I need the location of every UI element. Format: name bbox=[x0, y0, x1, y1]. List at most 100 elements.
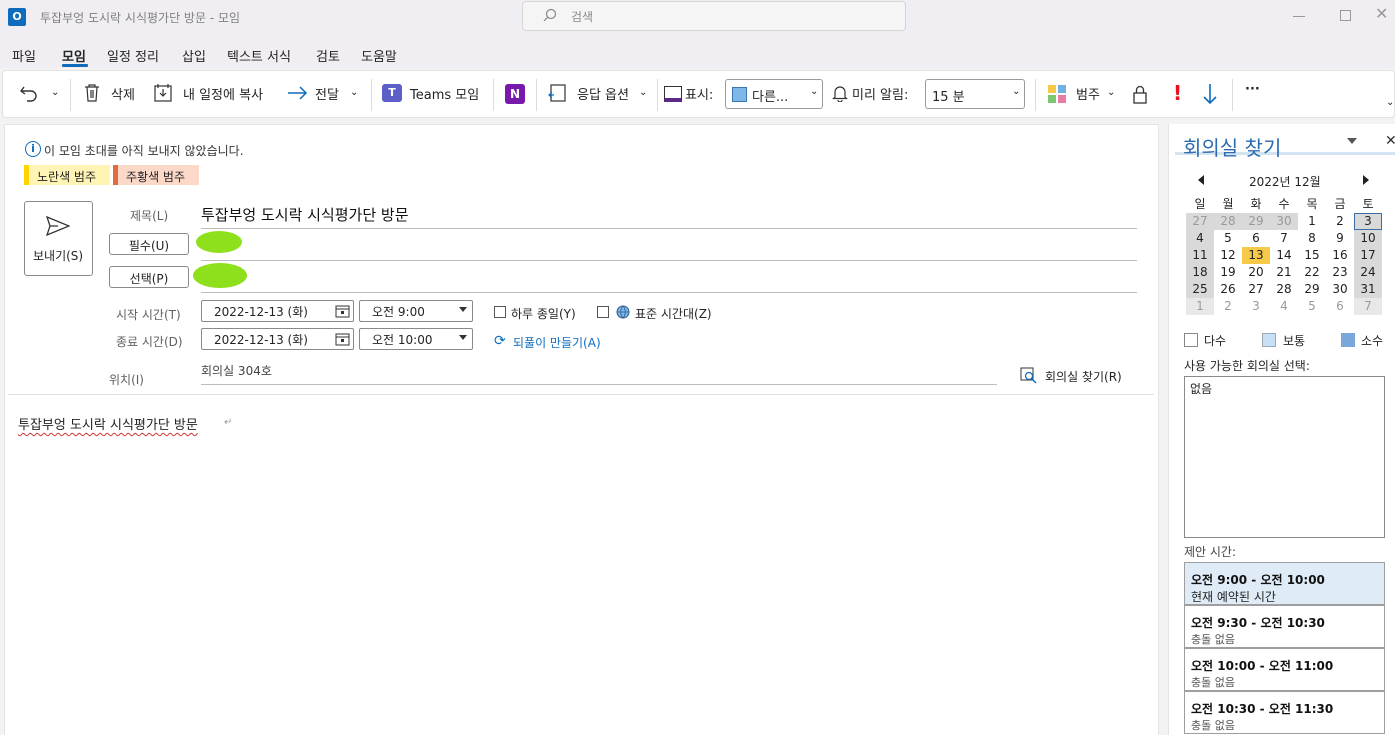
start-date-field[interactable]: 2022-12-13 (화) bbox=[201, 300, 354, 322]
room-list[interactable]: 없음 bbox=[1184, 376, 1385, 538]
calendar-day[interactable]: 5 bbox=[1298, 298, 1326, 315]
high-importance-icon[interactable]: ! bbox=[1173, 81, 1182, 105]
more-options-icon[interactable]: ··· bbox=[1245, 82, 1260, 97]
calendar-day[interactable]: 30 bbox=[1270, 213, 1298, 230]
response-options-icon[interactable] bbox=[548, 83, 568, 106]
calendar-day[interactable]: 2 bbox=[1326, 213, 1354, 230]
menu-review[interactable]: 검토 bbox=[316, 46, 340, 65]
menu-organize[interactable]: 일정 정리 bbox=[107, 46, 159, 65]
suggested-time-slot[interactable]: 오전 9:30 - 오전 10:30 충돌 없음 bbox=[1184, 605, 1385, 648]
calendar-day[interactable]: 28 bbox=[1270, 281, 1298, 298]
response-chevron-down-icon[interactable]: ⌄ bbox=[639, 87, 647, 98]
required-attendees-button[interactable]: 필수(U) bbox=[109, 233, 189, 255]
suggested-time-slot[interactable]: 오전 10:30 - 오전 11:30 충돌 없음 bbox=[1184, 691, 1385, 734]
category-tag-orange[interactable]: 주황색 범주 bbox=[113, 165, 199, 185]
calendar-day[interactable]: 15 bbox=[1298, 247, 1326, 264]
calendar-day-selected[interactable]: 3 bbox=[1354, 213, 1382, 230]
calendar-day[interactable]: 10 bbox=[1354, 230, 1382, 247]
calendar-day[interactable]: 17 bbox=[1354, 247, 1382, 264]
close-button[interactable]: ✕ bbox=[1375, 4, 1388, 23]
calendar-day[interactable]: 9 bbox=[1326, 230, 1354, 247]
message-body[interactable]: 투잡부엉 도시락 시식평가단 방문 bbox=[18, 414, 198, 433]
response-options-button[interactable]: 응답 옵션 bbox=[577, 84, 629, 103]
optional-attendees-button[interactable]: 선택(P) bbox=[109, 266, 189, 288]
calendar-day[interactable]: 19 bbox=[1214, 264, 1242, 281]
copy-calendar-icon[interactable] bbox=[154, 83, 174, 106]
calendar-day[interactable]: 1 bbox=[1186, 298, 1214, 315]
teams-icon[interactable]: T bbox=[382, 84, 402, 102]
pane-close-icon[interactable]: ✕ bbox=[1385, 133, 1395, 149]
calendar-icon[interactable] bbox=[335, 304, 350, 321]
calendar-day[interactable]: 28 bbox=[1214, 213, 1242, 230]
calendar-day[interactable]: 4 bbox=[1186, 230, 1214, 247]
categorize-button[interactable]: 범주 bbox=[1076, 84, 1100, 103]
calendar-day[interactable]: 26 bbox=[1214, 281, 1242, 298]
start-time-dropdown-icon[interactable] bbox=[459, 307, 467, 312]
menu-file[interactable]: 파일 bbox=[12, 46, 36, 65]
end-time-dropdown-icon[interactable] bbox=[459, 335, 467, 340]
calendar-day[interactable]: 22 bbox=[1298, 264, 1326, 281]
maximize-button[interactable] bbox=[1340, 10, 1351, 21]
calendar-day[interactable]: 29 bbox=[1242, 213, 1270, 230]
calendar-day[interactable]: 6 bbox=[1242, 230, 1270, 247]
suggested-time-slot[interactable]: 오전 10:00 - 오전 11:00 충돌 없음 bbox=[1184, 648, 1385, 691]
next-month-icon[interactable] bbox=[1363, 175, 1369, 185]
forward-button[interactable]: 전달 bbox=[315, 84, 339, 103]
categorize-icon[interactable] bbox=[1047, 84, 1067, 107]
calendar-day[interactable]: 25 bbox=[1186, 281, 1214, 298]
calendar-day[interactable]: 21 bbox=[1270, 264, 1298, 281]
calendar-day[interactable]: 2 bbox=[1214, 298, 1242, 315]
minimize-button[interactable] bbox=[1293, 16, 1305, 17]
calendar-day[interactable]: 29 bbox=[1298, 281, 1326, 298]
start-time-field[interactable]: 오전 9:00 bbox=[359, 300, 473, 322]
teams-meeting-button[interactable]: Teams 모임 bbox=[410, 84, 479, 103]
forward-chevron-down-icon[interactable]: ⌄ bbox=[350, 87, 358, 98]
calendar-day[interactable]: 7 bbox=[1354, 298, 1382, 315]
copy-to-calendar-button[interactable]: 내 일정에 복사 bbox=[183, 84, 263, 103]
suggested-time-slot[interactable]: 오전 9:00 - 오전 10:00 현재 예약된 시간 bbox=[1184, 562, 1385, 605]
calendar-day[interactable]: 4 bbox=[1270, 298, 1298, 315]
calendar-day[interactable]: 14 bbox=[1270, 247, 1298, 264]
menu-meeting[interactable]: 모임 bbox=[62, 46, 86, 65]
calendar-day[interactable]: 7 bbox=[1270, 230, 1298, 247]
recurrence-link[interactable]: 되풀이 만들기(A) bbox=[513, 334, 601, 351]
category-tag-yellow[interactable]: 노란색 범주 bbox=[24, 165, 110, 185]
time-zone-checkbox[interactable] bbox=[597, 306, 609, 318]
calendar-day[interactable]: 23 bbox=[1326, 264, 1354, 281]
location-input[interactable]: 회의실 304호 bbox=[201, 362, 272, 379]
delete-button[interactable]: 삭제 bbox=[111, 84, 135, 103]
calendar-day[interactable]: 11 bbox=[1186, 247, 1214, 264]
subject-input[interactable]: 투잡부엉 도시락 시식평가단 방문 bbox=[201, 204, 409, 225]
recurrence-icon[interactable]: ⟳ bbox=[494, 333, 506, 349]
calendar-day[interactable]: 20 bbox=[1242, 264, 1270, 281]
calendar-day[interactable]: 12 bbox=[1214, 247, 1242, 264]
calendar-day[interactable]: 24 bbox=[1354, 264, 1382, 281]
show-as-dropdown[interactable]: 다른... ⌄ bbox=[725, 79, 823, 109]
onenote-icon[interactable]: N bbox=[505, 84, 525, 104]
menu-help[interactable]: 도움말 bbox=[361, 46, 397, 65]
calendar-day[interactable]: 31 bbox=[1354, 281, 1382, 298]
calendar-day[interactable]: 5 bbox=[1214, 230, 1242, 247]
prev-month-icon[interactable] bbox=[1198, 175, 1204, 185]
calendar-day[interactable]: 30 bbox=[1326, 281, 1354, 298]
calendar-day[interactable]: 16 bbox=[1326, 247, 1354, 264]
undo-chevron-down-icon[interactable]: ⌄ bbox=[51, 87, 59, 98]
calendar-day[interactable]: 27 bbox=[1242, 281, 1270, 298]
ribbon-expand-chevron-icon[interactable]: ⌄ bbox=[1386, 97, 1394, 108]
lock-icon[interactable] bbox=[1132, 84, 1148, 107]
categorize-chevron-down-icon[interactable]: ⌄ bbox=[1107, 87, 1115, 98]
calendar-day[interactable]: 3 bbox=[1242, 298, 1270, 315]
menu-format-text[interactable]: 텍스트 서식 bbox=[227, 46, 291, 65]
calendar-day[interactable]: 18 bbox=[1186, 264, 1214, 281]
calendar-day[interactable]: 8 bbox=[1298, 230, 1326, 247]
end-time-field[interactable]: 오전 10:00 bbox=[359, 328, 473, 350]
room-finder-icon[interactable] bbox=[1020, 367, 1037, 387]
end-date-field[interactable]: 2022-12-13 (화) bbox=[201, 328, 354, 350]
all-day-checkbox[interactable] bbox=[494, 306, 506, 318]
calendar-day-today[interactable]: 13 bbox=[1242, 247, 1270, 264]
pane-dropdown-icon[interactable] bbox=[1347, 138, 1357, 144]
forward-arrow-icon[interactable] bbox=[287, 84, 309, 105]
low-importance-icon[interactable] bbox=[1202, 83, 1218, 108]
search-box[interactable]: 검색 bbox=[522, 1, 906, 31]
calendar-day[interactable]: 6 bbox=[1326, 298, 1354, 315]
